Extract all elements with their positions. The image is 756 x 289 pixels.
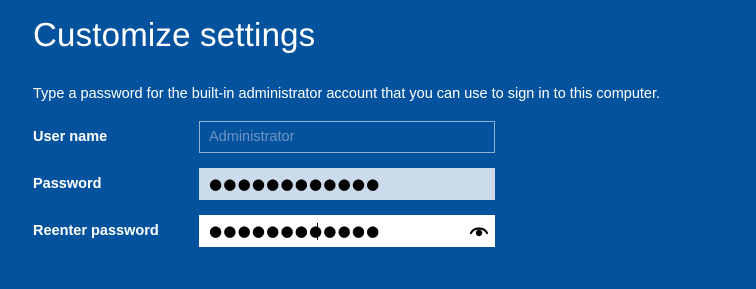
page-title: Customize settings	[33, 16, 316, 53]
user-name-label: User name	[33, 129, 108, 145]
reenter-password-row: Reenter password ●●●●●●●●●●●●	[0, 215, 756, 249]
reenter-password-masked-value: ●●●●●●●●●●●●	[209, 222, 381, 240]
password-field[interactable]: ●●●●●●●●●●●●	[199, 168, 495, 200]
user-name-field: Administrator	[199, 121, 495, 153]
password-row: Password ●●●●●●●●●●●●	[0, 168, 756, 202]
user-name-row: User name Administrator	[0, 121, 756, 155]
reenter-password-field[interactable]: ●●●●●●●●●●●●	[199, 215, 495, 247]
password-label: Password	[33, 176, 102, 192]
reenter-password-label: Reenter password	[33, 223, 159, 239]
user-name-value: Administrator	[209, 129, 295, 145]
eye-icon[interactable]	[469, 223, 489, 239]
text-caret	[317, 223, 318, 240]
customize-settings-page: Customize settings Type a password for t…	[0, 0, 756, 289]
instruction-text: Type a password for the built-in adminis…	[33, 86, 661, 102]
password-masked-value: ●●●●●●●●●●●●	[209, 175, 381, 193]
